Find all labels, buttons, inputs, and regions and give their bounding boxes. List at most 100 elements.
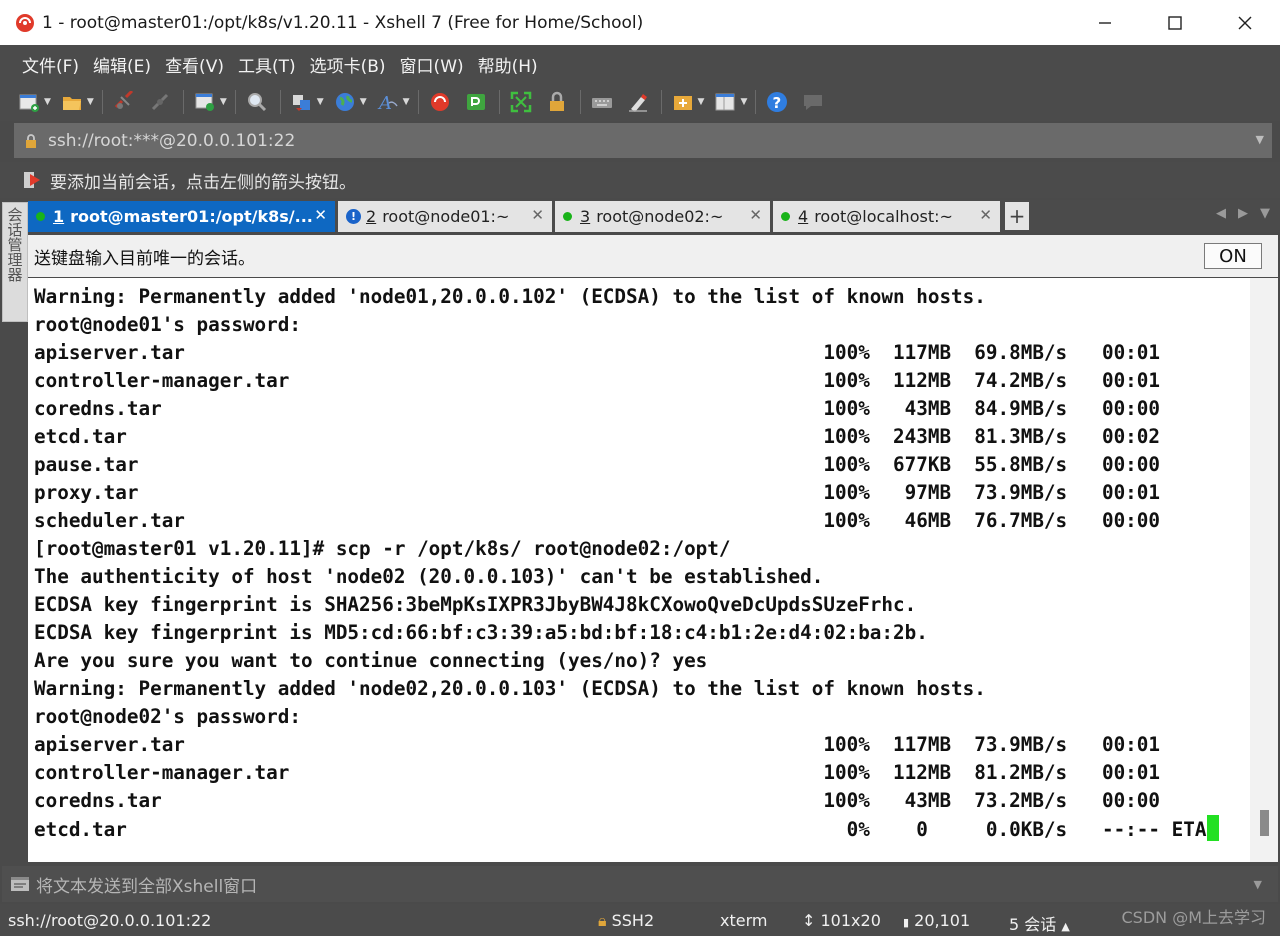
terminal-line: Are you sure you want to continue connec… (34, 649, 708, 672)
menu-help[interactable]: 帮助(H) (471, 52, 545, 77)
terminal-cursor (1207, 815, 1220, 841)
tab-list-dropdown-icon[interactable]: ▼ (1260, 206, 1270, 221)
reconnect-icon[interactable] (147, 89, 173, 115)
compose-input[interactable]: 将文本发送到全部Xshell窗口 (36, 872, 257, 897)
compose-bar[interactable]: 将文本发送到全部Xshell窗口 ▼ (2, 866, 1278, 902)
cursor-position-icon: ▮ (903, 916, 910, 929)
add-tab-icon[interactable] (670, 89, 696, 115)
chevron-down-icon[interactable]: ▼ (698, 97, 705, 107)
menu-window[interactable]: 窗口(W) (393, 52, 471, 77)
highlight-icon[interactable] (625, 89, 651, 115)
tab-number: 2 (366, 207, 377, 226)
connected-status-icon (781, 212, 790, 221)
chevron-down-icon[interactable]: ▼ (317, 97, 324, 107)
lock-icon: 🔒︎ (598, 911, 607, 930)
tab-label: root@master01:/opt/k8s/... (70, 207, 313, 226)
toolbar-divider (182, 90, 184, 114)
menu-edit[interactable]: 编辑(E) (86, 52, 158, 77)
status-connection: ssh://root@20.0.0.101:22 (8, 911, 212, 930)
lock-icon[interactable] (544, 89, 570, 115)
minimize-button[interactable] (1070, 0, 1140, 45)
tab-number: 1 (53, 207, 65, 226)
chat-icon[interactable] (800, 89, 826, 115)
xftp-icon[interactable] (427, 89, 453, 115)
terminal-line: proxy.tar 100% 97MB 73.9MB/s 00:01 (34, 481, 1161, 504)
tab-session-4[interactable]: 4 root@localhost:~ ✕ (773, 201, 1000, 232)
tab-label: root@node02:~ (596, 207, 724, 226)
toolbar-divider (579, 90, 581, 114)
toolbar-divider (498, 90, 500, 114)
close-button[interactable] (1210, 0, 1280, 45)
disconnect-icon[interactable] (111, 89, 137, 115)
chevron-down-icon[interactable]: ▼ (87, 97, 94, 107)
chevron-down-icon[interactable]: ▼ (403, 97, 410, 107)
session-manager-tab[interactable]: 会话管理器 (2, 202, 28, 322)
title-bar: 1 - root@master01:/opt/k8s/v1.20.11 - Xs… (0, 0, 1280, 45)
connected-status-icon (563, 212, 572, 221)
fullscreen-icon[interactable] (508, 89, 534, 115)
font-icon[interactable]: A (375, 89, 401, 115)
chevron-down-icon[interactable]: ▼ (1254, 878, 1262, 891)
keyboard-icon[interactable] (589, 89, 615, 115)
terminal-line: ECDSA key fingerprint is SHA256:3beMpKsI… (34, 593, 917, 616)
status-sessions[interactable]: 5 会话 ▲ (1009, 911, 1070, 935)
window-title: 1 - root@master01:/opt/k8s/v1.20.11 - Xs… (42, 12, 644, 33)
hint-text: 要添加当前会话，点击左侧的箭头按钮。 (50, 172, 356, 193)
terminal-line: root@node01's password: (34, 313, 301, 336)
terminal-line: coredns.tar 100% 43MB 84.9MB/s 00:00 (34, 397, 1161, 420)
tab-scroll-left-icon[interactable]: ◀ (1216, 206, 1226, 221)
tab-label: root@node01:~ (382, 207, 510, 226)
close-tab-icon[interactable]: ✕ (531, 206, 544, 224)
scrollbar-thumb[interactable] (1260, 810, 1269, 836)
status-terminal-type: xterm (720, 911, 768, 930)
terminal-line: pause.tar 100% 677KB 55.8MB/s 00:00 (34, 453, 1161, 476)
maximize-icon (1168, 15, 1182, 30)
open-folder-icon[interactable] (59, 89, 85, 115)
tab-session-1[interactable]: 1 root@master01:/opt/k8s/... ✕ (28, 201, 335, 232)
new-session-icon[interactable] (16, 89, 42, 115)
find-icon[interactable] (244, 89, 270, 115)
status-protocol: 🔒︎ SSH2 (598, 911, 654, 931)
terminal-line: apiserver.tar 100% 117MB 73.9MB/s 00:01 (34, 733, 1161, 756)
terminal-scrollbar[interactable] (1250, 278, 1278, 862)
minimize-icon (1099, 21, 1111, 24)
arrow-bookmark-icon[interactable] (22, 170, 44, 190)
layout-icon[interactable] (712, 89, 738, 115)
chevron-down-icon[interactable]: ▼ (1256, 133, 1264, 146)
new-tab-button[interactable]: + (1005, 202, 1029, 230)
menu-tabs[interactable]: 选项卡(B) (303, 52, 393, 77)
status-size-value: 101x20 (820, 911, 881, 930)
toolbar-divider (660, 90, 662, 114)
warning-status-icon: ! (346, 209, 361, 224)
plus-icon: + (1008, 204, 1026, 228)
tab-number: 4 (798, 207, 809, 226)
close-tab-icon[interactable]: ✕ (314, 206, 327, 224)
toolbar: ▼ ▼ ▼ ▼ ▼ A ▼ ▼ ▼ ? (0, 83, 1280, 121)
new-window-icon[interactable] (192, 89, 218, 115)
compose-window-icon (11, 877, 29, 891)
chevron-down-icon[interactable]: ▼ (44, 97, 51, 107)
maximize-button[interactable] (1140, 0, 1210, 45)
xagent-icon[interactable] (463, 89, 489, 115)
terminal-output[interactable]: Warning: Permanently added 'node01,20.0.… (28, 278, 1250, 862)
address-bar[interactable]: ssh://root:***@20.0.0.101:22 ▼ (14, 123, 1272, 158)
menu-tools[interactable]: 工具(T) (231, 52, 303, 77)
close-tab-icon[interactable]: ✕ (979, 206, 992, 224)
close-tab-icon[interactable]: ✕ (749, 206, 762, 224)
tab-scroll-right-icon[interactable]: ▶ (1238, 206, 1248, 221)
watermark-text: CSDN @M上去学习 (1121, 908, 1266, 927)
menu-file[interactable]: 文件(F) (15, 52, 86, 77)
terminal-line: coredns.tar 100% 43MB 73.2MB/s 00:00 (34, 789, 1161, 812)
resize-icon: ↕ (802, 911, 816, 930)
chevron-down-icon[interactable]: ▼ (220, 97, 227, 107)
menu-view[interactable]: 查看(V) (158, 52, 231, 77)
terminal-line: controller-manager.tar 100% 112MB 74.2MB… (34, 369, 1161, 392)
chevron-down-icon[interactable]: ▼ (740, 97, 747, 107)
help-icon[interactable]: ? (764, 89, 790, 115)
tab-session-2[interactable]: ! 2 root@node01:~ ✕ (338, 201, 552, 232)
send-keys-toggle-button[interactable]: ON (1204, 243, 1262, 269)
transfer-icon[interactable] (289, 89, 315, 115)
globe-icon[interactable] (332, 89, 358, 115)
tab-session-3[interactable]: 3 root@node02:~ ✕ (555, 201, 770, 232)
chevron-down-icon[interactable]: ▼ (360, 97, 367, 107)
